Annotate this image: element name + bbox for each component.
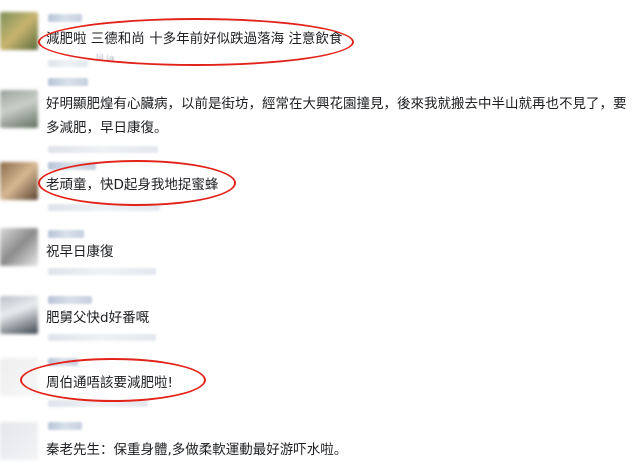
commenter-name[interactable] xyxy=(48,296,92,304)
comment-item: 老頑童，快D起身我地捉蜜蜂 xyxy=(0,158,640,226)
highlight-annotation xyxy=(38,18,354,66)
comment-meta xyxy=(48,268,156,275)
avatar[interactable] xyxy=(0,12,38,50)
avatar[interactable] xyxy=(0,228,38,266)
comment-item: 祝早日康復 xyxy=(0,226,640,290)
comment-text: 秦老先生：保重身體,多做柔軟運動最好游吓水啦。 xyxy=(46,442,348,458)
comment-item: 減肥啦 三德和尚 十多年前好似跌過落海 注意飲食 lil ia xyxy=(0,0,640,72)
comment-item: 秦老先生：保重身體,多做柔軟運動最好游吓水啦。 xyxy=(0,416,640,466)
commenter-name[interactable] xyxy=(48,78,88,86)
commenter-name[interactable] xyxy=(48,422,82,430)
highlight-annotation xyxy=(20,358,206,402)
commenter-name[interactable] xyxy=(48,14,82,22)
comment-item: 肥舅父快d好番嘅 xyxy=(0,290,640,354)
commenter-name[interactable] xyxy=(48,230,84,238)
avatar[interactable] xyxy=(0,162,38,200)
avatar[interactable] xyxy=(0,90,38,128)
comment-text: 祝早日康復 xyxy=(46,244,114,260)
avatar[interactable] xyxy=(0,296,38,334)
comment-item: 周伯通唔該要減肥啦! xyxy=(0,354,640,416)
comment-text: 肥舅父快d好番嘅 xyxy=(46,310,150,326)
comment-meta xyxy=(48,60,88,67)
comment-text: 好明顯肥煌有心臟病，以前是街坊，經常在大興花園撞見，後來我就搬去中半山就再也不見… xyxy=(46,96,627,136)
highlight-annotation xyxy=(38,160,236,206)
comment-meta xyxy=(48,334,156,341)
comment-meta xyxy=(48,146,158,153)
comment-item: 好明顯肥煌有心臟病，以前是街坊，經常在大興花園撞見，後來我就搬去中半山就再也不見… xyxy=(0,72,640,158)
avatar[interactable] xyxy=(0,422,38,460)
